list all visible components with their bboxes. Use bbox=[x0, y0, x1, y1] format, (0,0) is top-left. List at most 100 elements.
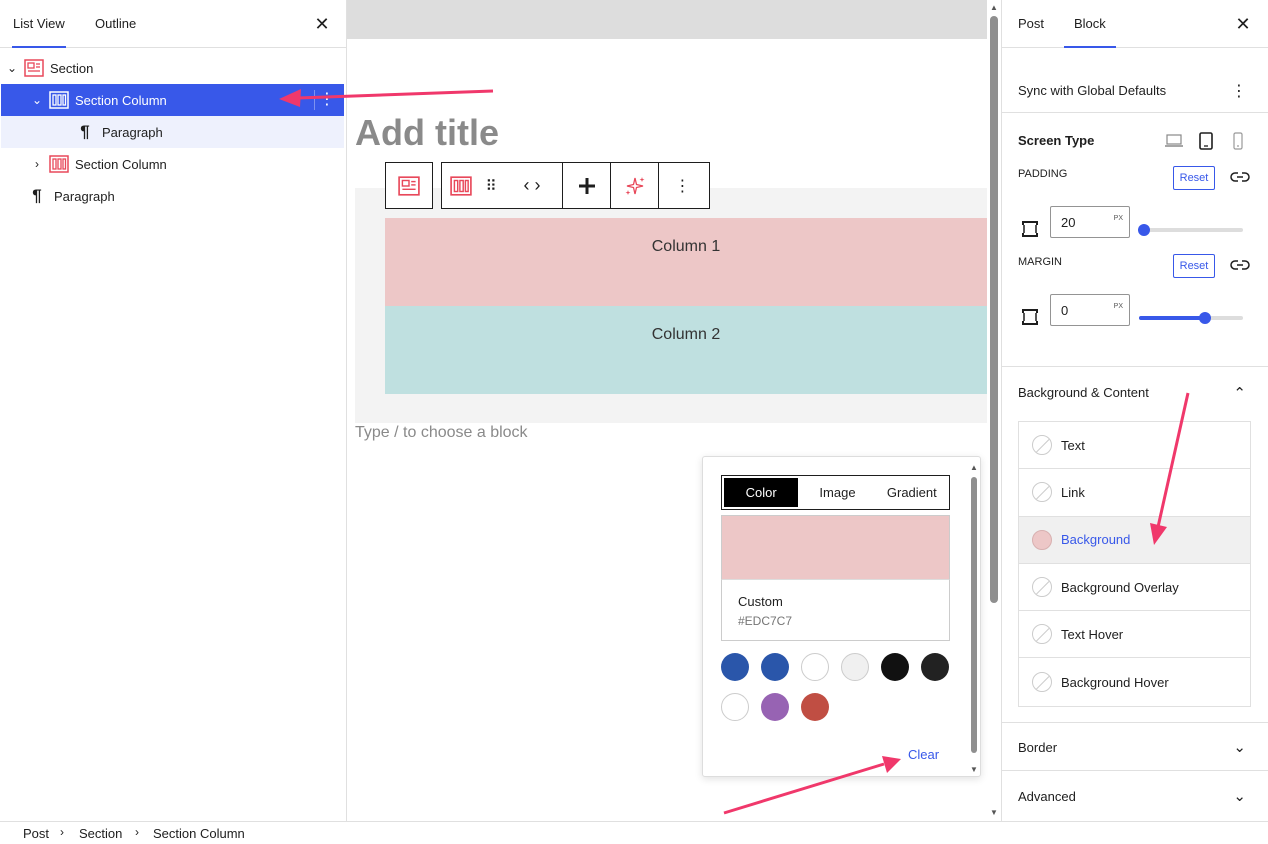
scroll-down-icon[interactable]: ▼ bbox=[970, 765, 978, 774]
column-1-block[interactable]: Column 1 bbox=[385, 218, 987, 306]
palette-color-swatch[interactable] bbox=[721, 693, 749, 721]
scroll-up-icon[interactable]: ▲ bbox=[970, 463, 978, 472]
padding-input[interactable]: 20 PX bbox=[1050, 206, 1130, 238]
color-indicator-icon bbox=[1032, 529, 1052, 550]
color-option-background-hover[interactable]: Background Hover bbox=[1019, 658, 1250, 705]
tab-image[interactable]: Image bbox=[800, 476, 874, 509]
padding-reset-button[interactable]: Reset bbox=[1173, 166, 1215, 190]
tab-color[interactable]: Color bbox=[724, 478, 799, 507]
chevron-down-icon[interactable]: ⌄ bbox=[29, 93, 45, 107]
color-picker-popover: Color Image Gradient Custom #EDC7C7 Clea… bbox=[702, 456, 981, 777]
chevron-down-icon[interactable]: ⌄ bbox=[4, 61, 20, 75]
scrollbar-thumb[interactable] bbox=[971, 477, 977, 753]
canvas-scrollbar[interactable]: ▲ ▼ bbox=[987, 0, 1001, 821]
color-indicator-icon bbox=[1032, 624, 1052, 645]
chevron-right-icon: › bbox=[135, 825, 139, 839]
padding-value: 20 bbox=[1061, 215, 1076, 230]
section-column-icon bbox=[49, 155, 69, 173]
margin-sides-icon[interactable] bbox=[1021, 308, 1039, 329]
slider-knob[interactable] bbox=[1198, 312, 1211, 324]
list-item-paragraph[interactable]: ¶ Paragraph bbox=[1, 116, 344, 148]
tab-post[interactable]: Post bbox=[1018, 0, 1044, 48]
list-item-section-column-selected[interactable]: ⌄ Section Column ⋮ bbox=[1, 84, 344, 116]
list-item-section-column[interactable]: › Section Column bbox=[1, 148, 167, 180]
more-options-icon[interactable]: ⋮ bbox=[1229, 81, 1249, 101]
margin-slider[interactable] bbox=[1139, 312, 1243, 324]
section-icon[interactable] bbox=[386, 163, 432, 208]
margin-reset-button[interactable]: Reset bbox=[1173, 254, 1215, 278]
breadcrumb-section[interactable]: Section bbox=[79, 826, 122, 841]
color-option-label: Background Overlay bbox=[1061, 579, 1179, 595]
palette-color-swatch[interactable] bbox=[881, 653, 909, 681]
scroll-down-icon[interactable]: ▼ bbox=[989, 808, 999, 817]
link-icon[interactable] bbox=[1230, 258, 1250, 275]
custom-color-box[interactable]: Custom #EDC7C7 bbox=[721, 579, 950, 641]
color-option-background-overlay[interactable]: Background Overlay bbox=[1019, 564, 1250, 612]
tab-outline[interactable]: Outline bbox=[95, 0, 136, 48]
block-inserter-hint[interactable]: Type / to choose a block bbox=[355, 424, 528, 442]
palette-color-swatch[interactable] bbox=[801, 693, 829, 721]
border-panel-title[interactable]: Border bbox=[1018, 740, 1057, 755]
block-toolbar-parent bbox=[385, 162, 433, 209]
color-option-background[interactable]: Background bbox=[1019, 516, 1250, 564]
color-option-text-hover[interactable]: Text Hover bbox=[1019, 611, 1250, 659]
mobile-icon[interactable] bbox=[1233, 132, 1243, 153]
palette-color-swatch[interactable] bbox=[801, 653, 829, 681]
screen-type-label: Screen Type bbox=[1018, 133, 1095, 148]
padding-label: PADDING bbox=[1018, 168, 1068, 180]
margin-unit: PX bbox=[1113, 303, 1123, 310]
paragraph-icon: ¶ bbox=[32, 186, 42, 205]
padding-sides-icon[interactable] bbox=[1021, 220, 1039, 241]
color-preview-swatch[interactable] bbox=[721, 515, 950, 579]
color-indicator-icon bbox=[1032, 482, 1052, 503]
palette-color-swatch[interactable] bbox=[721, 653, 749, 681]
more-options-icon[interactable]: ⋮ bbox=[658, 163, 706, 208]
chevron-right-icon[interactable]: › bbox=[29, 157, 45, 171]
move-arrows-icon[interactable]: ‹ › bbox=[502, 163, 562, 208]
drag-handle-icon[interactable]: ⠿ bbox=[480, 163, 502, 208]
list-item-section[interactable]: ⌄ Section bbox=[4, 52, 93, 84]
advanced-panel-title[interactable]: Advanced bbox=[1018, 789, 1076, 804]
column-2-block[interactable]: Column 2 bbox=[385, 306, 987, 394]
tab-gradient[interactable]: Gradient bbox=[875, 476, 949, 509]
close-icon[interactable]: ✕ bbox=[1231, 12, 1255, 36]
section-column-icon bbox=[49, 91, 69, 109]
color-option-label: Background bbox=[1061, 532, 1131, 548]
margin-input[interactable]: 0 PX bbox=[1050, 294, 1130, 326]
chevron-up-icon[interactable]: ⌃ bbox=[1233, 384, 1246, 402]
sparkle-icon[interactable] bbox=[610, 163, 658, 208]
tablet-icon[interactable] bbox=[1199, 132, 1213, 153]
tab-block[interactable]: Block bbox=[1064, 0, 1116, 48]
tab-list-view[interactable]: List View bbox=[12, 0, 66, 48]
color-option-link[interactable]: Link bbox=[1019, 469, 1250, 517]
padding-slider[interactable] bbox=[1138, 224, 1243, 236]
palette-color-swatch[interactable] bbox=[761, 653, 789, 681]
close-icon[interactable]: ✕ bbox=[310, 12, 334, 36]
block-toolbar: ⠿ ‹ › ⋮ bbox=[441, 162, 710, 209]
palette-color-swatch[interactable] bbox=[921, 653, 949, 681]
chevron-down-icon[interactable]: ⌄ bbox=[1233, 738, 1246, 756]
desktop-icon[interactable] bbox=[1164, 134, 1184, 151]
margin-label: MARGIN bbox=[1018, 256, 1062, 268]
palette-color-swatch[interactable] bbox=[841, 653, 869, 681]
chevron-down-icon[interactable]: ⌄ bbox=[1233, 787, 1246, 805]
breadcrumb-post[interactable]: Post bbox=[23, 826, 49, 841]
scrollbar-thumb[interactable] bbox=[990, 16, 998, 603]
chevron-right-icon: › bbox=[60, 825, 64, 839]
background-content-panel-title[interactable]: Background & Content bbox=[1018, 385, 1149, 400]
post-title-placeholder[interactable]: Add title bbox=[355, 112, 499, 154]
popover-scrollbar[interactable]: ▲ ▼ bbox=[970, 463, 979, 774]
color-indicator-icon bbox=[1032, 672, 1052, 693]
slider-knob[interactable] bbox=[1138, 224, 1151, 236]
add-icon[interactable] bbox=[562, 163, 610, 208]
clear-button[interactable]: Clear bbox=[908, 747, 939, 762]
palette-color-swatch[interactable] bbox=[761, 693, 789, 721]
link-icon[interactable] bbox=[1230, 170, 1250, 187]
list-item-paragraph[interactable]: ¶ Paragraph bbox=[1, 180, 114, 212]
section-column-icon[interactable] bbox=[442, 163, 480, 208]
color-option-text[interactable]: Text bbox=[1019, 422, 1250, 470]
slider-fill bbox=[1139, 316, 1205, 320]
settings-sidebar: Post Block ✕ Sync with Global Defaults ⋮… bbox=[1001, 0, 1268, 821]
scroll-up-icon[interactable]: ▲ bbox=[989, 3, 999, 12]
more-options-icon[interactable]: ⋮ bbox=[314, 90, 335, 110]
